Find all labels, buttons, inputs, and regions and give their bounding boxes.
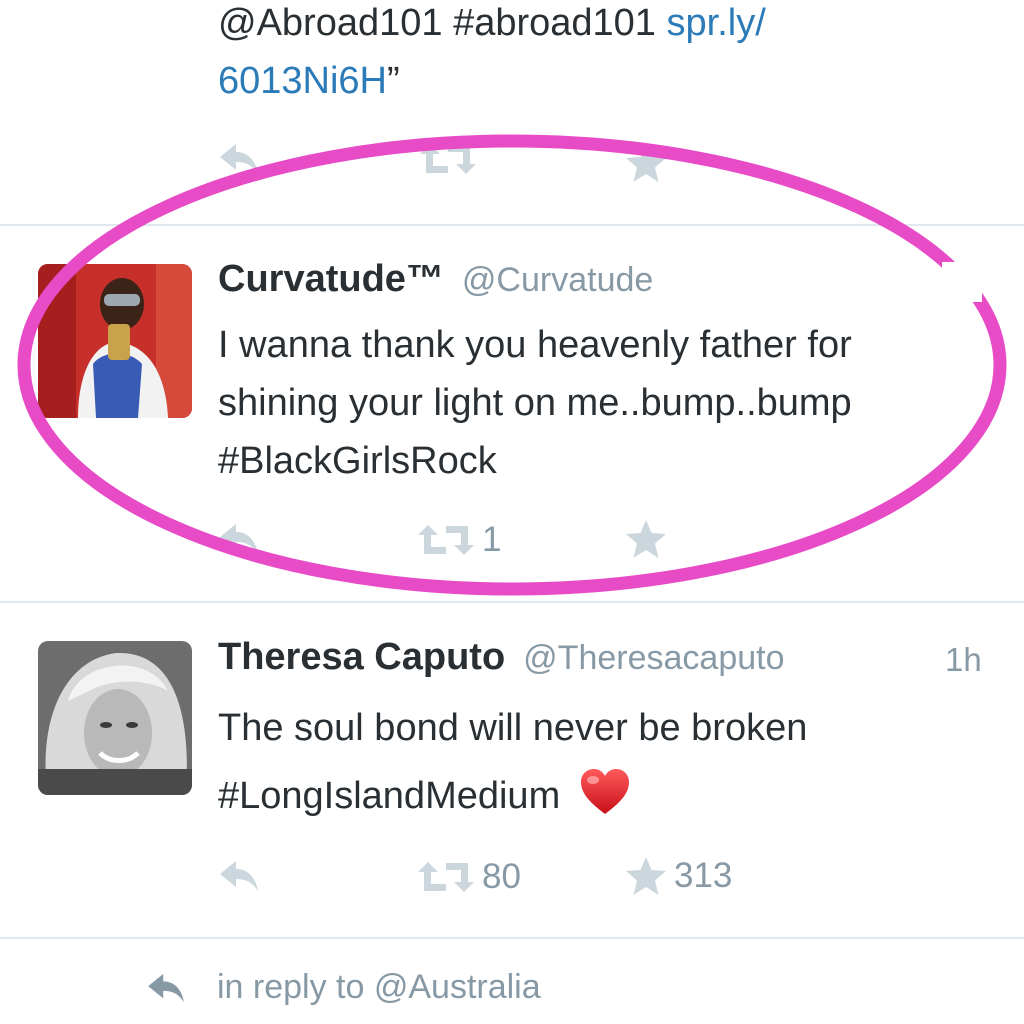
reply-icon: [220, 524, 258, 554]
tweet-top-link-part1[interactable]: spr.ly/: [667, 2, 766, 44]
retweet-icon: [418, 525, 474, 555]
display-name[interactable]: Theresa Caputo: [218, 636, 505, 679]
tweet-caputo-retweet-button[interactable]: 80: [416, 857, 521, 897]
tweet-top-text: @Abroad101 #abroad101 spr.ly/6013Ni6H”: [218, 0, 766, 110]
in-reply-to[interactable]: in reply to @Australia: [145, 968, 541, 1007]
tweet-top-retweet-button[interactable]: [418, 142, 478, 176]
tweet-caputo-favorite-button[interactable]: 313: [624, 855, 732, 897]
hashtag-long-island-medium[interactable]: #LongIslandMedium: [218, 775, 560, 817]
favorite-icon: [626, 144, 666, 182]
tweet-top-quote-mark: ”: [387, 60, 400, 102]
tweet-curvatude-retweet-button[interactable]: 1: [416, 520, 501, 560]
handle[interactable]: @Curvatude: [462, 261, 653, 300]
tweet-top-reply-button[interactable]: [218, 142, 262, 176]
retweet-icon: [420, 144, 476, 174]
tweet-text-line: The soul bond will never be broken: [218, 707, 808, 749]
hashtag-black-girls-rock[interactable]: #BlackGirlsRock: [218, 440, 497, 482]
tweet-curvatude-header: Curvatude™ @Curvatude: [218, 258, 653, 301]
tweet-caputo-reply-button[interactable]: [218, 859, 262, 893]
tweet-text-line: shining your light on me..bump..bump: [218, 382, 852, 424]
display-name[interactable]: Curvatude™: [218, 258, 444, 301]
timestamp[interactable]: 1h: [945, 641, 982, 679]
divider: [0, 937, 1024, 939]
tweet-caputo-header: Theresa Caputo @Theresacaputo: [218, 636, 785, 679]
reply-icon: [148, 973, 184, 1002]
reply-icon: [220, 861, 258, 891]
divider: [0, 224, 1024, 226]
tweet-curvatude-favorite-button[interactable]: [624, 518, 668, 560]
favorite-icon: [626, 520, 666, 558]
avatar-caputo[interactable]: [38, 641, 192, 795]
favorite-count: 313: [674, 856, 733, 895]
heart-emoji: [580, 769, 629, 814]
handle[interactable]: @Theresacaputo: [523, 639, 784, 678]
tweet-caputo-text: The soul bond will never be broken #LongI…: [218, 694, 807, 830]
timestamp[interactable]: 1h: [945, 263, 982, 301]
in-reply-to-text: in reply to @Australia: [217, 968, 541, 1006]
retweet-count: 80: [482, 857, 521, 896]
retweet-icon: [418, 862, 474, 892]
reply-icon: [220, 144, 258, 174]
divider: [0, 601, 1024, 603]
tweet-curvatude-reply-button[interactable]: [218, 522, 262, 556]
tweet-top-favorite-button[interactable]: [624, 142, 668, 184]
favorite-icon: [626, 857, 666, 895]
tweet-curvatude-text: I wanna thank you heavenly father for shi…: [218, 316, 852, 490]
tweet-text-line: I wanna thank you heavenly father for: [218, 324, 852, 366]
avatar-curvatude-image: [38, 264, 192, 418]
tweet-top-text-plain: @Abroad101 #abroad101: [218, 2, 667, 44]
avatar-caputo-image: [38, 641, 192, 795]
avatar-curvatude[interactable]: [38, 264, 192, 418]
tweet-top-link-part2[interactable]: 6013Ni6H: [218, 60, 387, 102]
retweet-count: 1: [482, 520, 502, 559]
